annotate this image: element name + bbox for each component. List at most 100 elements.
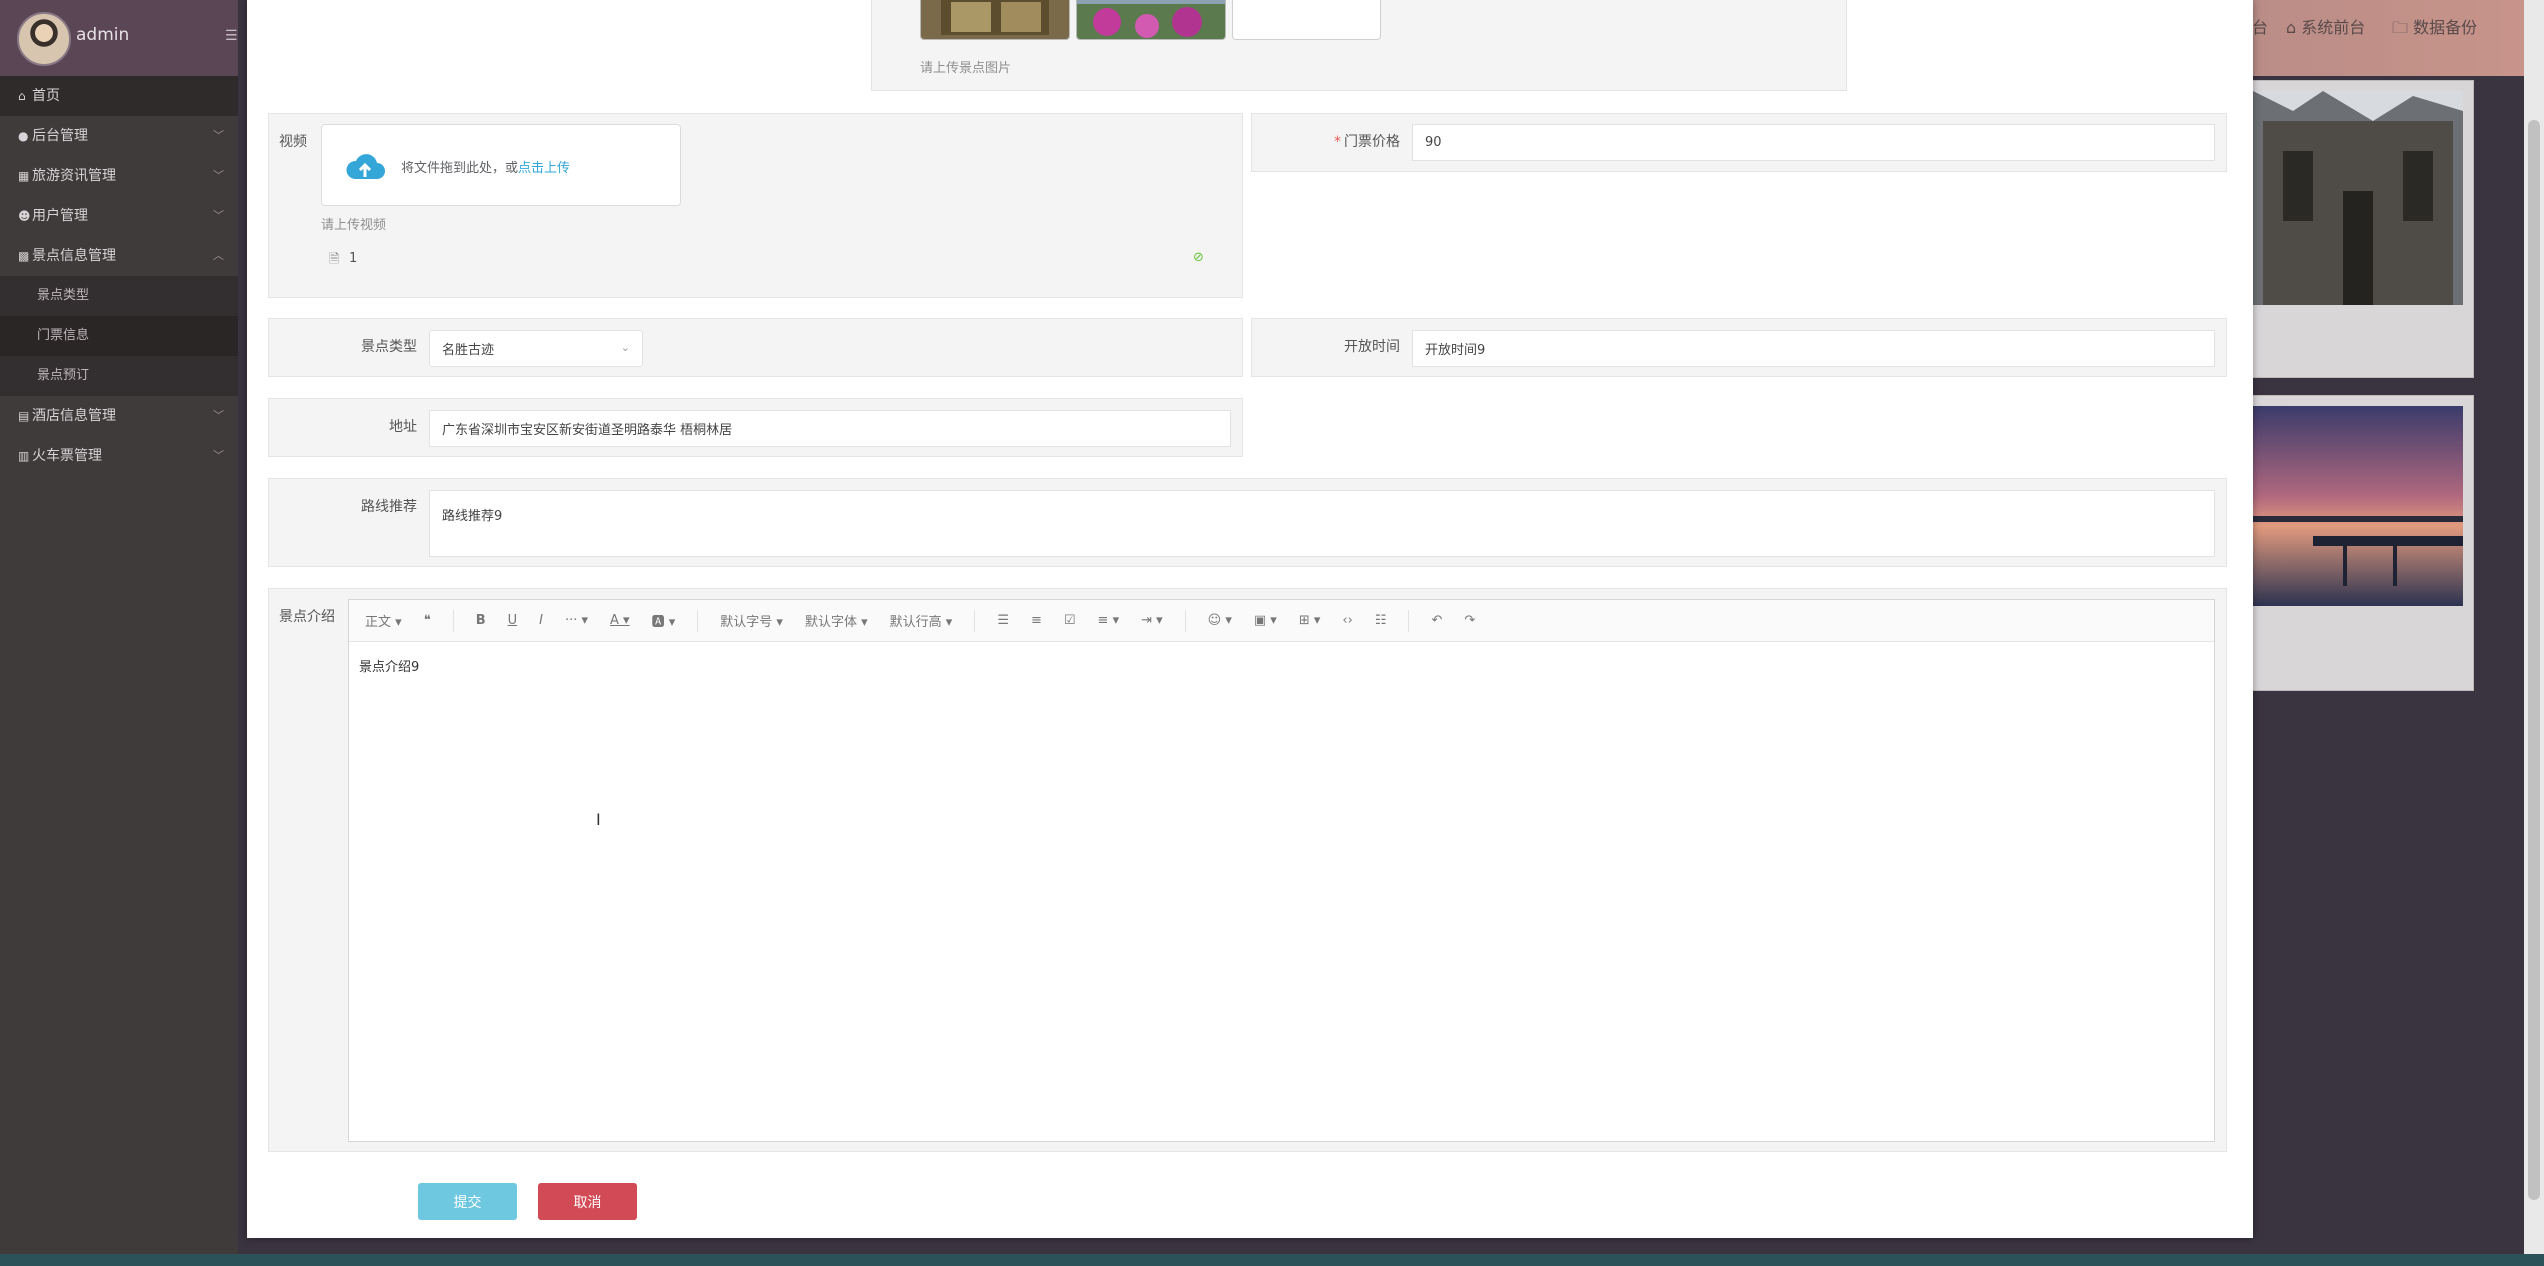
submit-button[interactable]: 提交 [418, 1183, 517, 1220]
route-label: 路线推荐 [361, 499, 417, 515]
footer-strip [0, 1254, 2544, 1266]
scenic-image-thumb[interactable] [1076, 0, 1226, 40]
sunset-image [2253, 406, 2463, 606]
font-color-icon[interactable]: A ▾ [610, 613, 630, 628]
redo-icon[interactable]: ↷ [1464, 613, 1475, 628]
intro-label: 景点介绍 [279, 609, 335, 625]
bold-icon[interactable]: B [476, 613, 486, 628]
sidebar-item-label: 用户管理 [32, 208, 88, 224]
sidebar-item-label: 景点信息管理 [32, 248, 116, 264]
indent-icon[interactable]: ⇥ ▾ [1141, 613, 1163, 628]
page-scrollbar[interactable] [2524, 0, 2544, 1266]
success-check-icon: ⊘ [1193, 250, 1204, 265]
sidebar-item-label: 首页 [32, 88, 60, 104]
cathedral-image [2253, 91, 2463, 305]
sidebar-subitem[interactable]: 景点预订 [0, 356, 238, 396]
sidebar-item-label: 门票信息 [37, 328, 90, 343]
price-input[interactable]: 90 [1412, 124, 2215, 161]
code-icon[interactable]: ‹› [1342, 613, 1352, 628]
rich-text-editor: 正文 ▾ ❝ B U I ··· ▾ A ▾ 🅰 ▾ 默认字号 ▾ 默认字体 ▾… [348, 599, 2215, 1142]
sidebar-subitem[interactable]: 景点类型 [0, 276, 238, 316]
numbered-list-icon[interactable]: ≡ [1031, 613, 1042, 628]
sidebar-item-label: 火车票管理 [32, 448, 102, 464]
click-upload-link[interactable]: 点击上传 [518, 161, 570, 176]
route-panel: 路线推荐 路线推荐9 [268, 478, 2227, 567]
edit-ticket-dialog: 请上传景点图片 视频 将文件拖到此处，或点击上传 请上传视频 🗎 1 ⊘ * 门票… [247, 0, 2253, 1238]
hotel-icon: ▤ [18, 409, 30, 423]
required-mark: * [1334, 134, 1341, 150]
uploaded-file-item[interactable]: 🗎 1 ⊘ [321, 250, 1204, 270]
bg-color-icon[interactable]: 🅰 ▾ [652, 611, 676, 630]
nav-item-backup[interactable]: 🗀 数据备份 [2392, 14, 2477, 44]
address-input[interactable]: 广东省深圳市宝安区新安街道圣明路泰华 梧桐林居 [429, 410, 1231, 447]
sidebar-item-label: 旅游资讯管理 [32, 168, 116, 184]
image-upload-slot[interactable] [1232, 0, 1381, 40]
video-panel: 视频 将文件拖到此处，或点击上传 请上传视频 🗎 1 ⊘ [268, 113, 1243, 298]
editor-toolbar: 正文 ▾ ❝ B U I ··· ▾ A ▾ 🅰 ▾ 默认字号 ▾ 默认字体 ▾… [349, 600, 2214, 642]
underline-icon[interactable]: U [508, 613, 518, 628]
font-family-dropdown[interactable]: 默认字体 ▾ [805, 611, 868, 630]
sidebar-subitem[interactable]: 门票信息 [0, 316, 238, 356]
avatar[interactable] [17, 12, 71, 66]
align-icon[interactable]: ≡ ▾ [1098, 613, 1120, 628]
chevron-down-icon: ﹀ [213, 449, 224, 462]
image-hint: 请上传景点图片 [920, 61, 1012, 76]
bullet-list-icon[interactable]: ☰ [997, 613, 1009, 628]
chevron-down-icon: ﹀ [213, 129, 224, 142]
emoji-icon[interactable]: ☺ ▾ [1208, 613, 1232, 628]
scenic-image-thumb[interactable] [920, 0, 1070, 40]
chevron-up-icon: ︿ [213, 249, 224, 262]
open-time-panel: 开放时间 开放时间9 [1251, 318, 2227, 377]
scenic-icon: ▩ [18, 249, 30, 263]
sidebar-item-label: 酒店信息管理 [32, 408, 116, 424]
user-icon: ☻ [18, 209, 31, 223]
bg-card [2240, 80, 2474, 378]
type-panel: 景点类型 名胜古迹 ⌄ [268, 318, 1243, 377]
nav-front-label: 系统前台 [2301, 18, 2366, 37]
cloud-upload-icon [346, 154, 385, 179]
todo-icon[interactable]: ☑ [1064, 613, 1076, 628]
italic-icon[interactable]: I [539, 613, 543, 628]
cancel-button[interactable]: 取消 [538, 1183, 637, 1220]
menu-toggle-icon[interactable]: ☰ [225, 28, 239, 44]
sidebar-item[interactable]: ▩ 景点信息管理 ︿ [0, 236, 238, 276]
settings-icon: ● [18, 129, 29, 143]
file-name: 1 [349, 251, 358, 266]
nav-item-partial[interactable]: 台 [2252, 14, 2268, 38]
type-selected-value: 名胜古迹 [442, 343, 495, 358]
sidebar-item[interactable]: ▥ 火车票管理 ﹀ [0, 436, 238, 476]
nav-item-front[interactable]: ⌂ 系统前台 [2286, 14, 2365, 38]
sidebar-item[interactable]: ● 后台管理 ﹀ [0, 116, 238, 156]
chevron-down-icon: ⌄ [620, 341, 630, 354]
home-icon: ⌂ [2286, 18, 2297, 37]
editor-content[interactable]: 景点介绍9 [359, 656, 419, 675]
sidebar-item-label: 景点预订 [37, 368, 90, 383]
chevron-down-icon: ﹀ [213, 209, 224, 222]
news-icon: ▦ [18, 169, 30, 183]
route-textarea[interactable]: 路线推荐9 [429, 490, 2215, 557]
sidebar-item[interactable]: ▤ 酒店信息管理 ﹀ [0, 396, 238, 436]
video-label: 视频 [279, 134, 307, 150]
font-size-dropdown[interactable]: 默认字号 ▾ [720, 611, 783, 630]
more-style-icon[interactable]: ··· ▾ [565, 613, 588, 628]
line-height-dropdown[interactable]: 默认行高 ▾ [890, 611, 953, 630]
text-cursor-icon: I [596, 810, 601, 829]
sidebar: admin ☰ ⌂ 首页 ● 后台管理 ﹀ ▦ 旅游资讯管理 ﹀ ☻用户管理 ﹀ ▩ 景点信息管理 ︿ 景… [0, 0, 238, 1266]
type-select[interactable]: 名胜古迹 ⌄ [429, 330, 643, 367]
username: admin [76, 25, 130, 45]
sidebar-item[interactable]: ⌂ 首页 [0, 76, 238, 116]
scrollbar-thumb[interactable] [2528, 120, 2540, 1200]
divider-icon[interactable]: ☷ [1375, 613, 1387, 628]
open-time-label: 开放时间 [1344, 339, 1400, 355]
sidebar-item[interactable]: ☻用户管理 ﹀ [0, 196, 238, 236]
open-time-input[interactable]: 开放时间9 [1412, 330, 2215, 367]
table-icon[interactable]: ⊞ ▾ [1299, 613, 1321, 628]
paragraph-dropdown[interactable]: 正文 ▾ [365, 611, 402, 630]
price-label: * 门票价格 [1334, 134, 1400, 150]
undo-icon[interactable]: ↶ [1431, 613, 1442, 628]
sidebar-item[interactable]: ▦ 旅游资讯管理 ﹀ [0, 156, 238, 196]
video-dropzone[interactable]: 将文件拖到此处，或点击上传 [321, 124, 681, 206]
quote-icon[interactable]: ❝ [424, 613, 431, 628]
bg-card [2240, 395, 2474, 691]
image-icon[interactable]: ▣ ▾ [1254, 613, 1277, 628]
